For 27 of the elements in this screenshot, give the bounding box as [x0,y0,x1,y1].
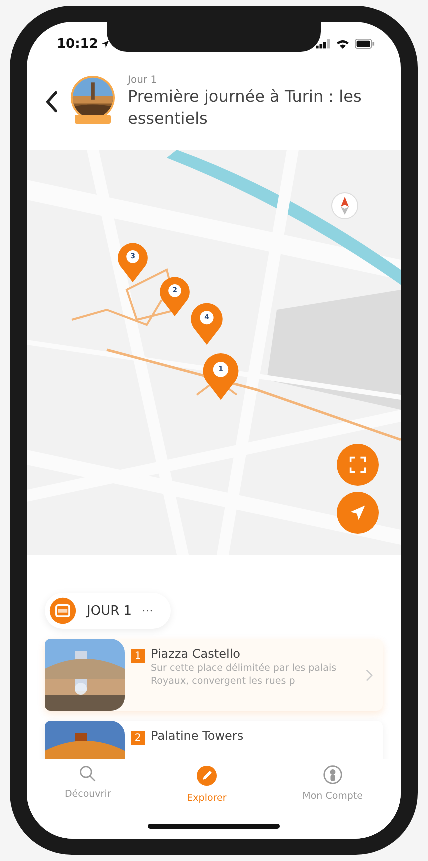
stop-number: 2 [131,731,145,745]
battery-icon [355,39,375,49]
day-chip[interactable]: JOUR 1 ··· [45,593,172,629]
signal-icon [316,39,331,49]
back-icon[interactable] [45,91,58,113]
stop-card[interactable]: 1 Piazza Castello Sur cette place délimitée par les palais Royaux, convergent les rues p [45,639,383,711]
chevron-icon [366,668,373,682]
day-subtitle: Jour 1 [128,74,158,86]
stop-card[interactable]: 2 Palatine Towers [45,721,383,759]
stop-number: 1 [131,649,145,663]
avatar-tag [75,115,111,124]
stop-title: Piazza Castello [151,647,242,661]
pencil-icon [196,765,218,787]
more-dots[interactable]: ··· [142,604,154,618]
compass-icon[interactable] [331,192,359,220]
day-label: JOUR 1 [87,604,132,618]
tour-title: Première journée à Turin : les essentiels [128,86,363,130]
calendar-icon [49,597,77,625]
search-icon [79,765,98,783]
stop-description: Sur cette place délimitée par les palais Royaux, convergent les rues p [151,663,338,689]
expand-icon [349,456,367,474]
stop-title: Palatine Towers [151,729,245,743]
navigation-arrow-icon [349,504,367,522]
location-arrow-icon [101,40,110,48]
wifi-icon [336,39,350,49]
person-icon [322,765,343,785]
status-time: 10:12 [57,36,98,52]
